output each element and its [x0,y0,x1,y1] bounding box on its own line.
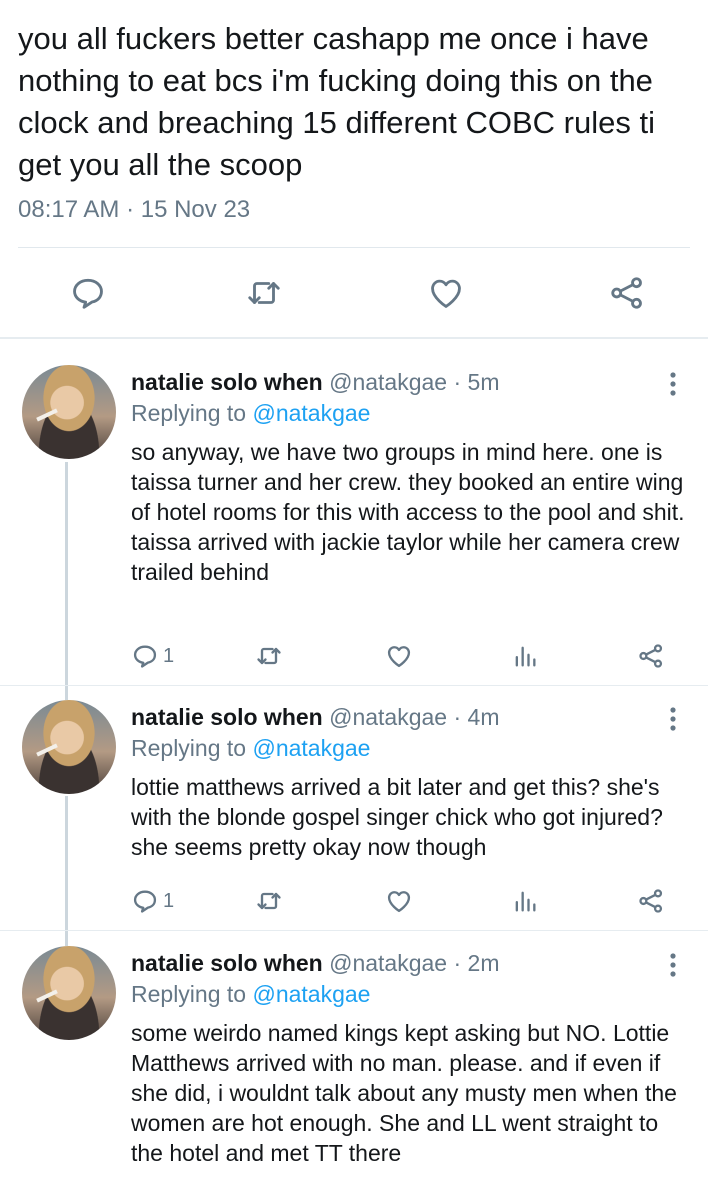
tweet-header: natalie solo when @natakgae · 5m [131,369,500,396]
retweet-button[interactable] [255,881,283,921]
reply-button[interactable]: 1 [131,636,174,676]
share-icon [639,644,663,668]
main-action-bar [0,258,708,328]
avatar[interactable] [22,700,116,794]
avatar[interactable] [22,946,116,1040]
relative-time[interactable]: · 5m [454,369,500,395]
more-options-button[interactable] [660,950,686,980]
replying-to: Replying to @natakgae [131,400,370,427]
share-icon [611,277,642,309]
tweet-header: natalie solo when @natakgae · 2m [131,950,500,977]
section-divider [0,337,708,339]
display-name[interactable]: natalie solo when [131,369,323,395]
tweet-action-bar: 1 [0,881,708,921]
tweet-timestamp[interactable]: 08:17 AM · 15 Nov 23 [18,196,250,224]
user-handle[interactable]: @natakgae [329,704,447,730]
reply-count: 1 [163,889,175,912]
heart-icon [387,891,411,913]
reply-button[interactable]: 1 [131,881,174,921]
divider [0,685,708,686]
display-name[interactable]: natalie solo when [131,704,323,730]
divider [18,247,690,248]
tweet-text: lottie matthews arrived a bit later and … [131,774,663,860]
share-icon [639,889,663,913]
tweet-header: natalie solo when @natakgae · 4m [131,704,500,731]
retweet-button[interactable] [234,258,294,328]
user-handle[interactable]: @natakgae [329,950,447,976]
replying-to-handle[interactable]: @natakgae [252,735,370,761]
reply-icon [133,645,157,668]
replying-to-handle[interactable]: @natakgae [252,981,370,1007]
share-button[interactable] [637,881,665,921]
main-tweet-text: you all fuckers better cashapp me once i… [18,21,655,182]
reply-icon [73,278,103,309]
display-name[interactable]: natalie solo when [131,950,323,976]
like-button[interactable] [385,636,413,676]
avatar[interactable] [22,365,116,459]
thread-connector [65,796,68,946]
replying-to: Replying to @natakgae [131,735,370,762]
more-vertical-icon [670,953,676,977]
reply-button[interactable] [58,258,118,328]
more-options-button[interactable] [660,369,686,399]
heart-icon [431,279,461,308]
divider [0,930,708,931]
share-button[interactable] [597,258,657,328]
tweet-action-bar: 1 [0,636,708,676]
tweet-text: so anyway, we have two groups in mind he… [131,439,685,585]
more-vertical-icon [670,372,676,396]
more-options-button[interactable] [660,704,686,734]
reply-count: 1 [163,644,175,667]
like-button[interactable] [416,258,476,328]
reply-icon [133,890,157,913]
retweet-icon [257,647,281,665]
retweet-button[interactable] [255,636,283,676]
replying-to-label: Replying to [131,981,247,1007]
share-button[interactable] [637,636,665,676]
replying-to: Replying to @natakgae [131,981,370,1008]
relative-time[interactable]: · 2m [454,950,500,976]
replying-to-label: Replying to [131,735,247,761]
user-handle[interactable]: @natakgae [329,369,447,395]
replying-to-handle[interactable]: @natakgae [252,400,370,426]
analytics-icon [515,646,536,667]
analytics-icon [515,891,536,912]
analytics-button[interactable] [511,881,539,921]
analytics-button[interactable] [511,636,539,676]
heart-icon [387,646,411,668]
retweet-icon [248,282,280,304]
like-button[interactable] [385,881,413,921]
replying-to-label: Replying to [131,400,247,426]
tweet-text: some weirdo named kings kept asking but … [131,1020,677,1166]
retweet-icon [257,892,281,910]
relative-time[interactable]: · 4m [454,704,500,730]
more-vertical-icon [670,707,676,731]
